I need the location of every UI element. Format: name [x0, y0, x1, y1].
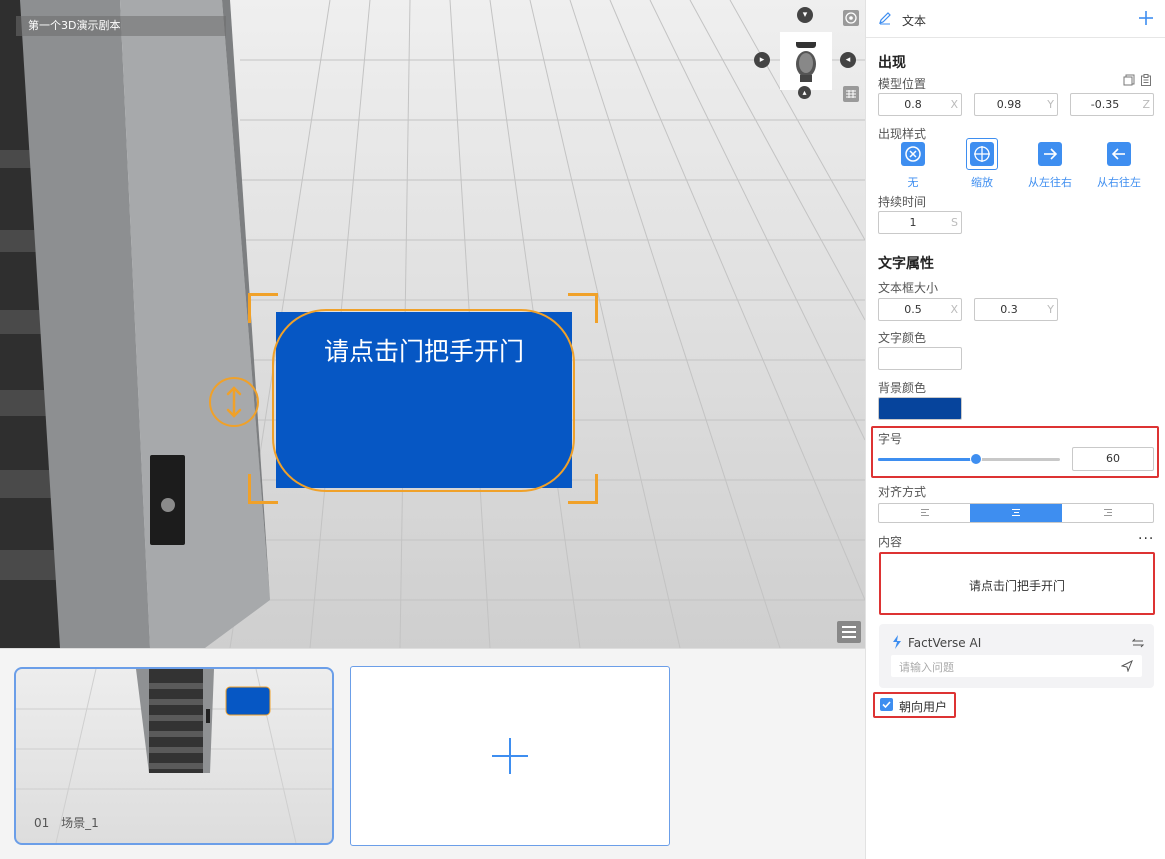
- position-x-field[interactable]: 0.8 X: [878, 93, 962, 116]
- face-user-highlight: 朝向用户: [873, 692, 956, 718]
- ai-assistant-card: FactVerse AI 请输入问题: [879, 624, 1154, 688]
- appear-style-left-to-right-label: 从左往右: [1028, 176, 1072, 189]
- duration-value: 1: [909, 216, 917, 229]
- model-position-label: 模型位置: [878, 77, 927, 91]
- add-scene-button[interactable]: [350, 666, 670, 846]
- position-x-unit: X: [950, 98, 958, 111]
- scene-title: 第一个3D演示剧本: [16, 16, 226, 36]
- align-left-icon: [921, 509, 929, 518]
- align-right-icon: [1104, 509, 1112, 518]
- appear-style-none-label: 无: [907, 176, 919, 189]
- scene-strip: 01 场景_1: [0, 648, 865, 859]
- list-icon[interactable]: [837, 621, 861, 643]
- scene-name: 场景_1: [61, 816, 99, 830]
- box-size-x-value: 0.5: [904, 303, 922, 316]
- text-color-swatch[interactable]: [878, 347, 962, 370]
- ai-placeholder: 请输入问题: [899, 661, 954, 674]
- selection-corner-bl[interactable]: [248, 474, 278, 504]
- selection-outline: [272, 309, 575, 492]
- font-size-input[interactable]: 60: [1072, 447, 1154, 471]
- chevron-down-icon[interactable]: ▾: [797, 7, 813, 23]
- content-textarea[interactable]: 请点击门把手开门: [879, 552, 1155, 615]
- position-z-field[interactable]: -0.35 Z: [1070, 93, 1154, 116]
- chevron-left-icon[interactable]: ◂: [840, 52, 856, 68]
- selection-corner-br[interactable]: [568, 474, 598, 504]
- box-size-y-field[interactable]: 0.3 Y: [974, 298, 1058, 321]
- camera-view-widget[interactable]: [780, 32, 832, 90]
- align-label: 对齐方式: [878, 485, 927, 499]
- align-left-button[interactable]: [879, 504, 971, 522]
- font-size-label: 字号: [878, 432, 903, 446]
- scene-number: 01: [34, 816, 50, 830]
- position-x-value: 0.8: [904, 98, 922, 111]
- box-size-x-unit: X: [950, 303, 958, 316]
- position-z-value: -0.35: [1090, 98, 1120, 111]
- plus-icon[interactable]: [1138, 10, 1154, 26]
- circle-x-icon: [901, 142, 925, 166]
- box-size-x-field[interactable]: 0.5 X: [878, 298, 962, 321]
- duration-label: 持续时间: [878, 195, 927, 209]
- bg-color-label: 背景颜色: [878, 381, 927, 395]
- send-icon[interactable]: [1121, 660, 1133, 672]
- align-center-button[interactable]: [970, 504, 1062, 522]
- plus-icon: [492, 738, 528, 774]
- appear-style-none[interactable]: 无: [883, 142, 943, 190]
- align-group: [878, 503, 1154, 523]
- position-y-value: 0.98: [996, 98, 1022, 111]
- font-size-slider-fill: [878, 458, 977, 461]
- more-icon[interactable]: ···: [1138, 531, 1154, 547]
- content-label: 内容: [878, 535, 903, 549]
- content-text: 请点击门把手开门: [968, 579, 1065, 593]
- check-icon: [882, 701, 891, 709]
- appear-style-label: 出现样式: [878, 127, 927, 141]
- 3d-viewport[interactable]: 第一个3D演示剧本 ▾ ▸ ◂ ▴ 请点击门把手开门: [0, 0, 865, 648]
- swap-icon[interactable]: [1132, 637, 1144, 649]
- grid-icon[interactable]: [843, 86, 859, 102]
- arrow-left-icon: [1107, 142, 1131, 166]
- paste-icon[interactable]: [1140, 74, 1152, 86]
- ai-title: FactVerse AI: [908, 636, 982, 650]
- appear-style-left-to-right[interactable]: 从左往右: [1020, 142, 1080, 190]
- scene-thumbnail[interactable]: 01 场景_1: [14, 667, 334, 845]
- edit-icon: [879, 12, 891, 25]
- align-right-button[interactable]: [1062, 504, 1154, 522]
- box-size-y-value: 0.3: [1000, 303, 1018, 316]
- appear-style-right-to-left[interactable]: 从右往左: [1089, 142, 1149, 190]
- box-size-label: 文本框大小: [878, 281, 939, 295]
- duration-unit: S: [951, 216, 958, 229]
- text-color-label: 文字颜色: [878, 331, 927, 345]
- position-z-unit: Z: [1142, 98, 1150, 111]
- face-user-checkbox[interactable]: [880, 698, 893, 711]
- target-icon[interactable]: [843, 10, 859, 26]
- appear-style-zoom-label: 缩放: [971, 176, 993, 189]
- ai-logo-icon: [893, 635, 901, 649]
- duration-field[interactable]: 1 S: [878, 211, 962, 234]
- position-y-unit: Y: [1047, 98, 1054, 111]
- panel-header: 文本: [866, 0, 1165, 38]
- selection-corner-tr[interactable]: [568, 293, 598, 323]
- properties-panel: 文本 出现 模型位置 0.8 X 0.98 Y -0.35 Z 出现样式 无 缩…: [865, 0, 1165, 859]
- move-vertical-icon[interactable]: [209, 377, 259, 427]
- box-size-y-unit: Y: [1047, 303, 1054, 316]
- position-y-field[interactable]: 0.98 Y: [974, 93, 1058, 116]
- appear-section-title: 出现: [878, 55, 906, 71]
- selection-corner-tl[interactable]: [248, 293, 278, 323]
- appear-style-selected-frame: [966, 138, 998, 170]
- panel-title: 文本: [902, 14, 927, 28]
- appear-style-right-to-left-label: 从右往左: [1097, 176, 1141, 189]
- arrow-right-icon: [1038, 142, 1062, 166]
- face-user-label: 朝向用户: [899, 700, 948, 714]
- align-center-icon: [1012, 509, 1020, 518]
- chevron-up-icon[interactable]: ▴: [798, 86, 811, 99]
- ai-input[interactable]: 请输入问题: [891, 655, 1142, 677]
- head-camera-icon: [796, 42, 816, 82]
- copy-icon[interactable]: [1123, 74, 1135, 86]
- scene-thumb-label: 01 场景_1: [34, 814, 99, 831]
- bg-color-swatch[interactable]: [878, 397, 962, 420]
- chevron-right-icon[interactable]: ▸: [754, 52, 770, 68]
- text-section-title: 文字属性: [878, 256, 934, 272]
